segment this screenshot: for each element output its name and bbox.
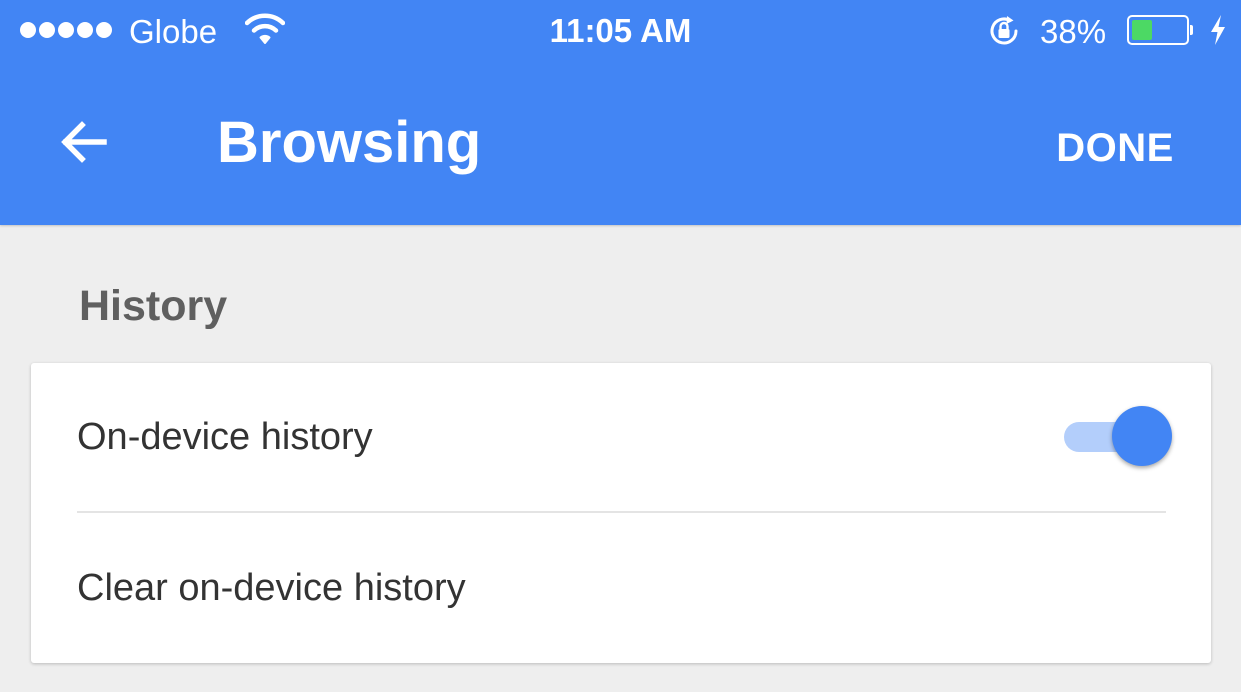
top-bar: Globe 11:05 AM 38% Browsing DONE	[0, 0, 1241, 225]
on-device-history-label: On-device history	[77, 416, 373, 458]
battery-percent: 38%	[1040, 13, 1107, 50]
back-button[interactable]	[44, 102, 124, 182]
battery-level-fill	[1132, 20, 1152, 40]
clear-on-device-history-label: Clear on-device history	[77, 567, 466, 609]
on-device-history-row[interactable]: On-device history	[31, 363, 1211, 511]
page-title: Browsing	[217, 110, 482, 175]
app-bar: Browsing DONE	[0, 64, 1241, 225]
toggle-thumb	[1112, 406, 1172, 466]
battery-icon	[1127, 15, 1193, 45]
charging-icon	[1211, 15, 1225, 45]
history-settings-card: On-device history Clear on-device histor…	[31, 363, 1211, 663]
done-button[interactable]: DONE	[1040, 118, 1190, 178]
arrow-left-icon	[61, 121, 107, 163]
on-device-history-toggle[interactable]	[1062, 406, 1174, 468]
clear-on-device-history-row[interactable]: Clear on-device history	[31, 513, 1211, 663]
rotation-lock-icon	[990, 16, 1018, 45]
status-bar: Globe 11:05 AM 38%	[0, 0, 1241, 64]
section-header-history: History	[79, 282, 228, 330]
